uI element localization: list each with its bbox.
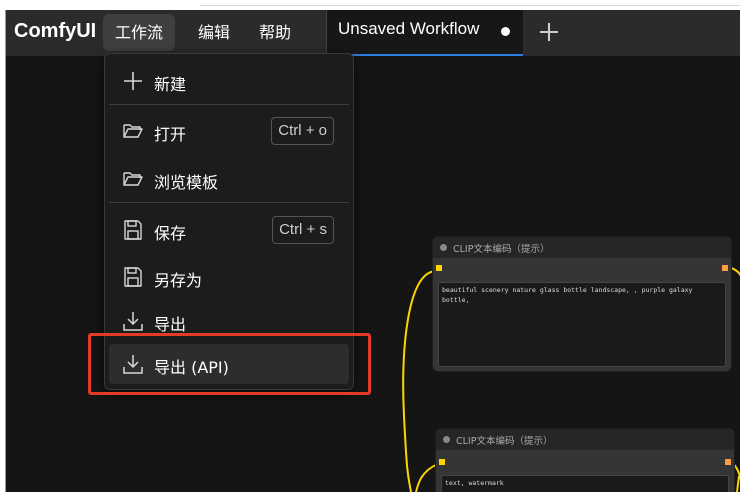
shortcut-badge: Ctrl + o (271, 117, 334, 145)
highlight-annotation-box (88, 333, 371, 395)
app-logo: ComfyUI (14, 20, 97, 42)
save-icon (124, 267, 142, 287)
plus-icon (124, 72, 142, 90)
clip-text-encode-node-2[interactable]: CLIP文本编码（提示） text, watermark (435, 428, 735, 492)
menu-item-label: 打开 (154, 125, 187, 144)
new-tab-button[interactable] (534, 17, 564, 47)
node-title: CLIP文本编码（提示） (453, 244, 550, 255)
menu-item-open[interactable]: 打开 Ctrl + o (109, 111, 349, 151)
menu-item-new[interactable]: 新建 (109, 61, 349, 101)
menu-item-label: 导出 (154, 315, 187, 334)
browser-top-strip (200, 0, 740, 6)
collapse-dot-icon[interactable] (443, 436, 450, 443)
save-icon (124, 220, 142, 240)
tab-title: Unsaved Workflow (338, 19, 480, 38)
node-header[interactable]: CLIP文本编码（提示） (433, 237, 731, 258)
prompt-textarea[interactable]: text, watermark (441, 475, 729, 492)
menu-separator (109, 104, 349, 105)
node-header[interactable]: CLIP文本编码（提示） (436, 429, 734, 450)
node-title: CLIP文本编码（提示） (456, 436, 553, 447)
menu-item-label: 新建 (154, 75, 187, 94)
clip-text-encode-node-1[interactable]: CLIP文本编码（提示） beautiful scenery nature gl… (432, 236, 732, 372)
input-port-clip[interactable] (439, 459, 445, 465)
shortcut-badge: Ctrl + s (272, 216, 334, 244)
menu-edit[interactable]: 编辑 (186, 14, 242, 51)
unsaved-dot-icon[interactable] (501, 27, 510, 36)
plus-icon (540, 23, 558, 41)
output-port-conditioning[interactable] (722, 265, 728, 271)
output-port-conditioning[interactable] (725, 459, 731, 465)
download-icon (123, 312, 143, 331)
menu-item-label: 保存 (154, 224, 187, 243)
menu-workflow[interactable]: 工作流 (103, 14, 176, 51)
folder-open-icon (123, 124, 143, 138)
collapse-dot-icon[interactable] (440, 244, 447, 251)
menu-item-label: 浏览模板 (154, 173, 219, 192)
input-port-clip[interactable] (436, 265, 442, 271)
prompt-textarea[interactable]: beautiful scenery nature glass bottle la… (438, 282, 726, 367)
tab-unsaved-workflow[interactable]: Unsaved Workflow (326, 10, 523, 56)
menu-separator (109, 202, 349, 203)
menu-item-browse-templates[interactable]: 浏览模板 (109, 159, 349, 199)
menu-item-label: 另存为 (154, 271, 203, 290)
folder-open-icon (123, 172, 143, 186)
menu-bar: ComfyUI 工作流 编辑 帮助 Unsaved Workflow (6, 10, 740, 56)
menu-help[interactable]: 帮助 (247, 14, 303, 51)
menu-item-save-as[interactable]: 另存为 (109, 257, 349, 297)
menu-item-save[interactable]: 保存 Ctrl + s (109, 210, 349, 250)
